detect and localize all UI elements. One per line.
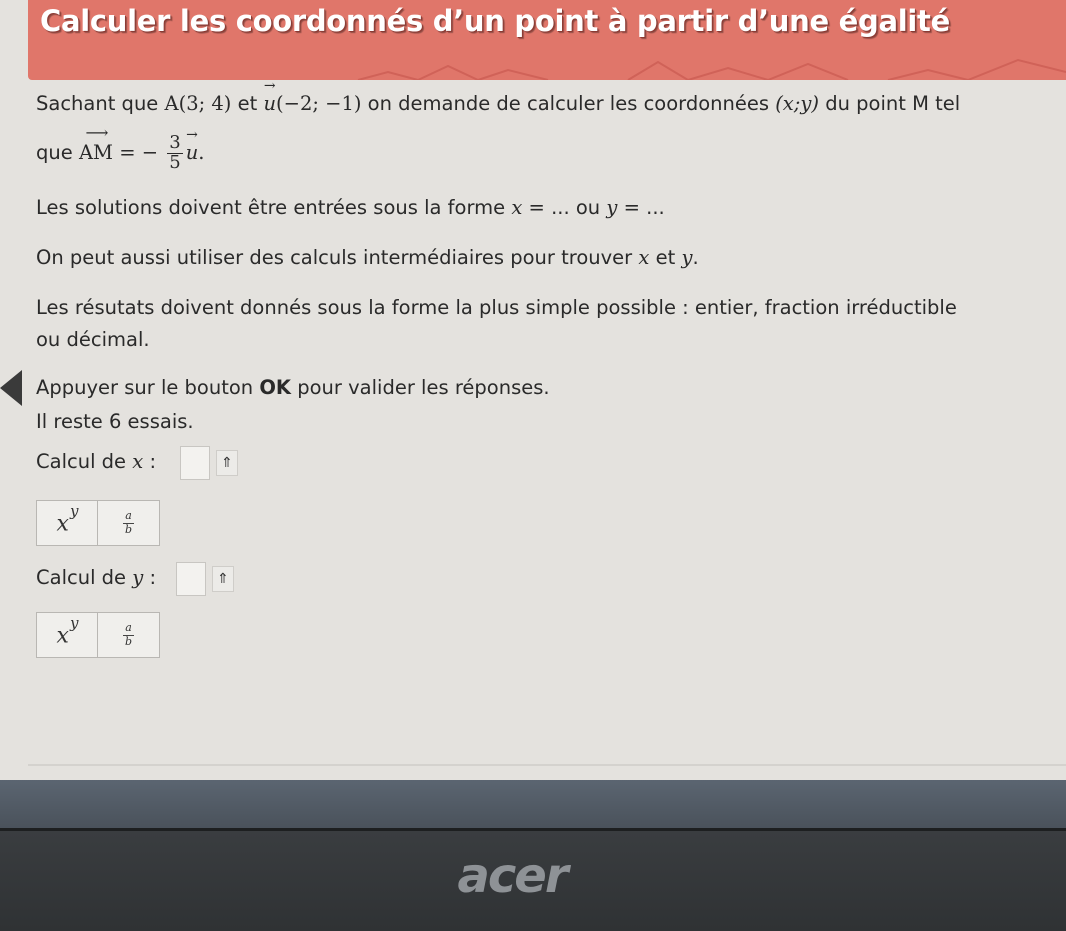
x-keyboard-toggle-icon[interactable]: ⇑ [216, 450, 238, 476]
instruction-form: Les solutions doivent être entrées sous … [36, 196, 665, 219]
instruction-ok: Appuyer sur le bouton OK pour valider le… [36, 376, 550, 399]
taskbar-area [0, 780, 1066, 828]
calc-x-label: Calcul de x : [36, 450, 157, 473]
statement-line-1: Sachant que A(3; 4) et → u(−2; −1) on dem… [36, 78, 961, 115]
title-banner: Calculer les coordonnés d’un point à par… [28, 0, 1066, 80]
x-fraction-key[interactable]: ab [98, 500, 160, 546]
x-math-keyboard: xy ab [36, 500, 160, 546]
previous-arrow-icon[interactable] [0, 370, 22, 406]
footer-divider [28, 764, 1066, 766]
y-math-keyboard: xy ab [36, 612, 160, 658]
ok-label: OK [259, 376, 292, 399]
calc-y-label: Calcul de y : [36, 566, 157, 589]
attempts-remaining: Il reste 6 essais. [36, 410, 194, 433]
y-answer-input[interactable] [176, 562, 206, 596]
instruction-intermediate: On peut aussi utiliser des calculs inter… [36, 246, 699, 269]
vector-u: → u [263, 78, 276, 115]
browser-screen: Calculer les coordonnés d’un point à par… [0, 0, 1066, 780]
y-fraction-key[interactable]: ab [98, 612, 160, 658]
vector-u: → u [185, 126, 199, 164]
statement-line-2: que ⟶ AM = − 3 5 → u. [36, 122, 205, 173]
fraction-three-fifths: 35 [167, 132, 183, 173]
point-a: A(3; 4) [164, 92, 232, 115]
instruction-simplest-form: Les résutats doivent donnés sous la form… [36, 296, 957, 319]
x-power-key[interactable]: xy [36, 500, 98, 546]
y-power-key[interactable]: xy [36, 612, 98, 658]
brand-logo: acer [457, 848, 568, 904]
x-answer-input[interactable] [180, 446, 210, 480]
instruction-simplest-form-cont: ou décimal. [36, 328, 150, 351]
page-title: Calculer les coordonnés d’un point à par… [40, 4, 950, 38]
y-keyboard-toggle-icon[interactable]: ⇑ [212, 566, 234, 592]
vector-am: ⟶ AM [78, 122, 113, 164]
